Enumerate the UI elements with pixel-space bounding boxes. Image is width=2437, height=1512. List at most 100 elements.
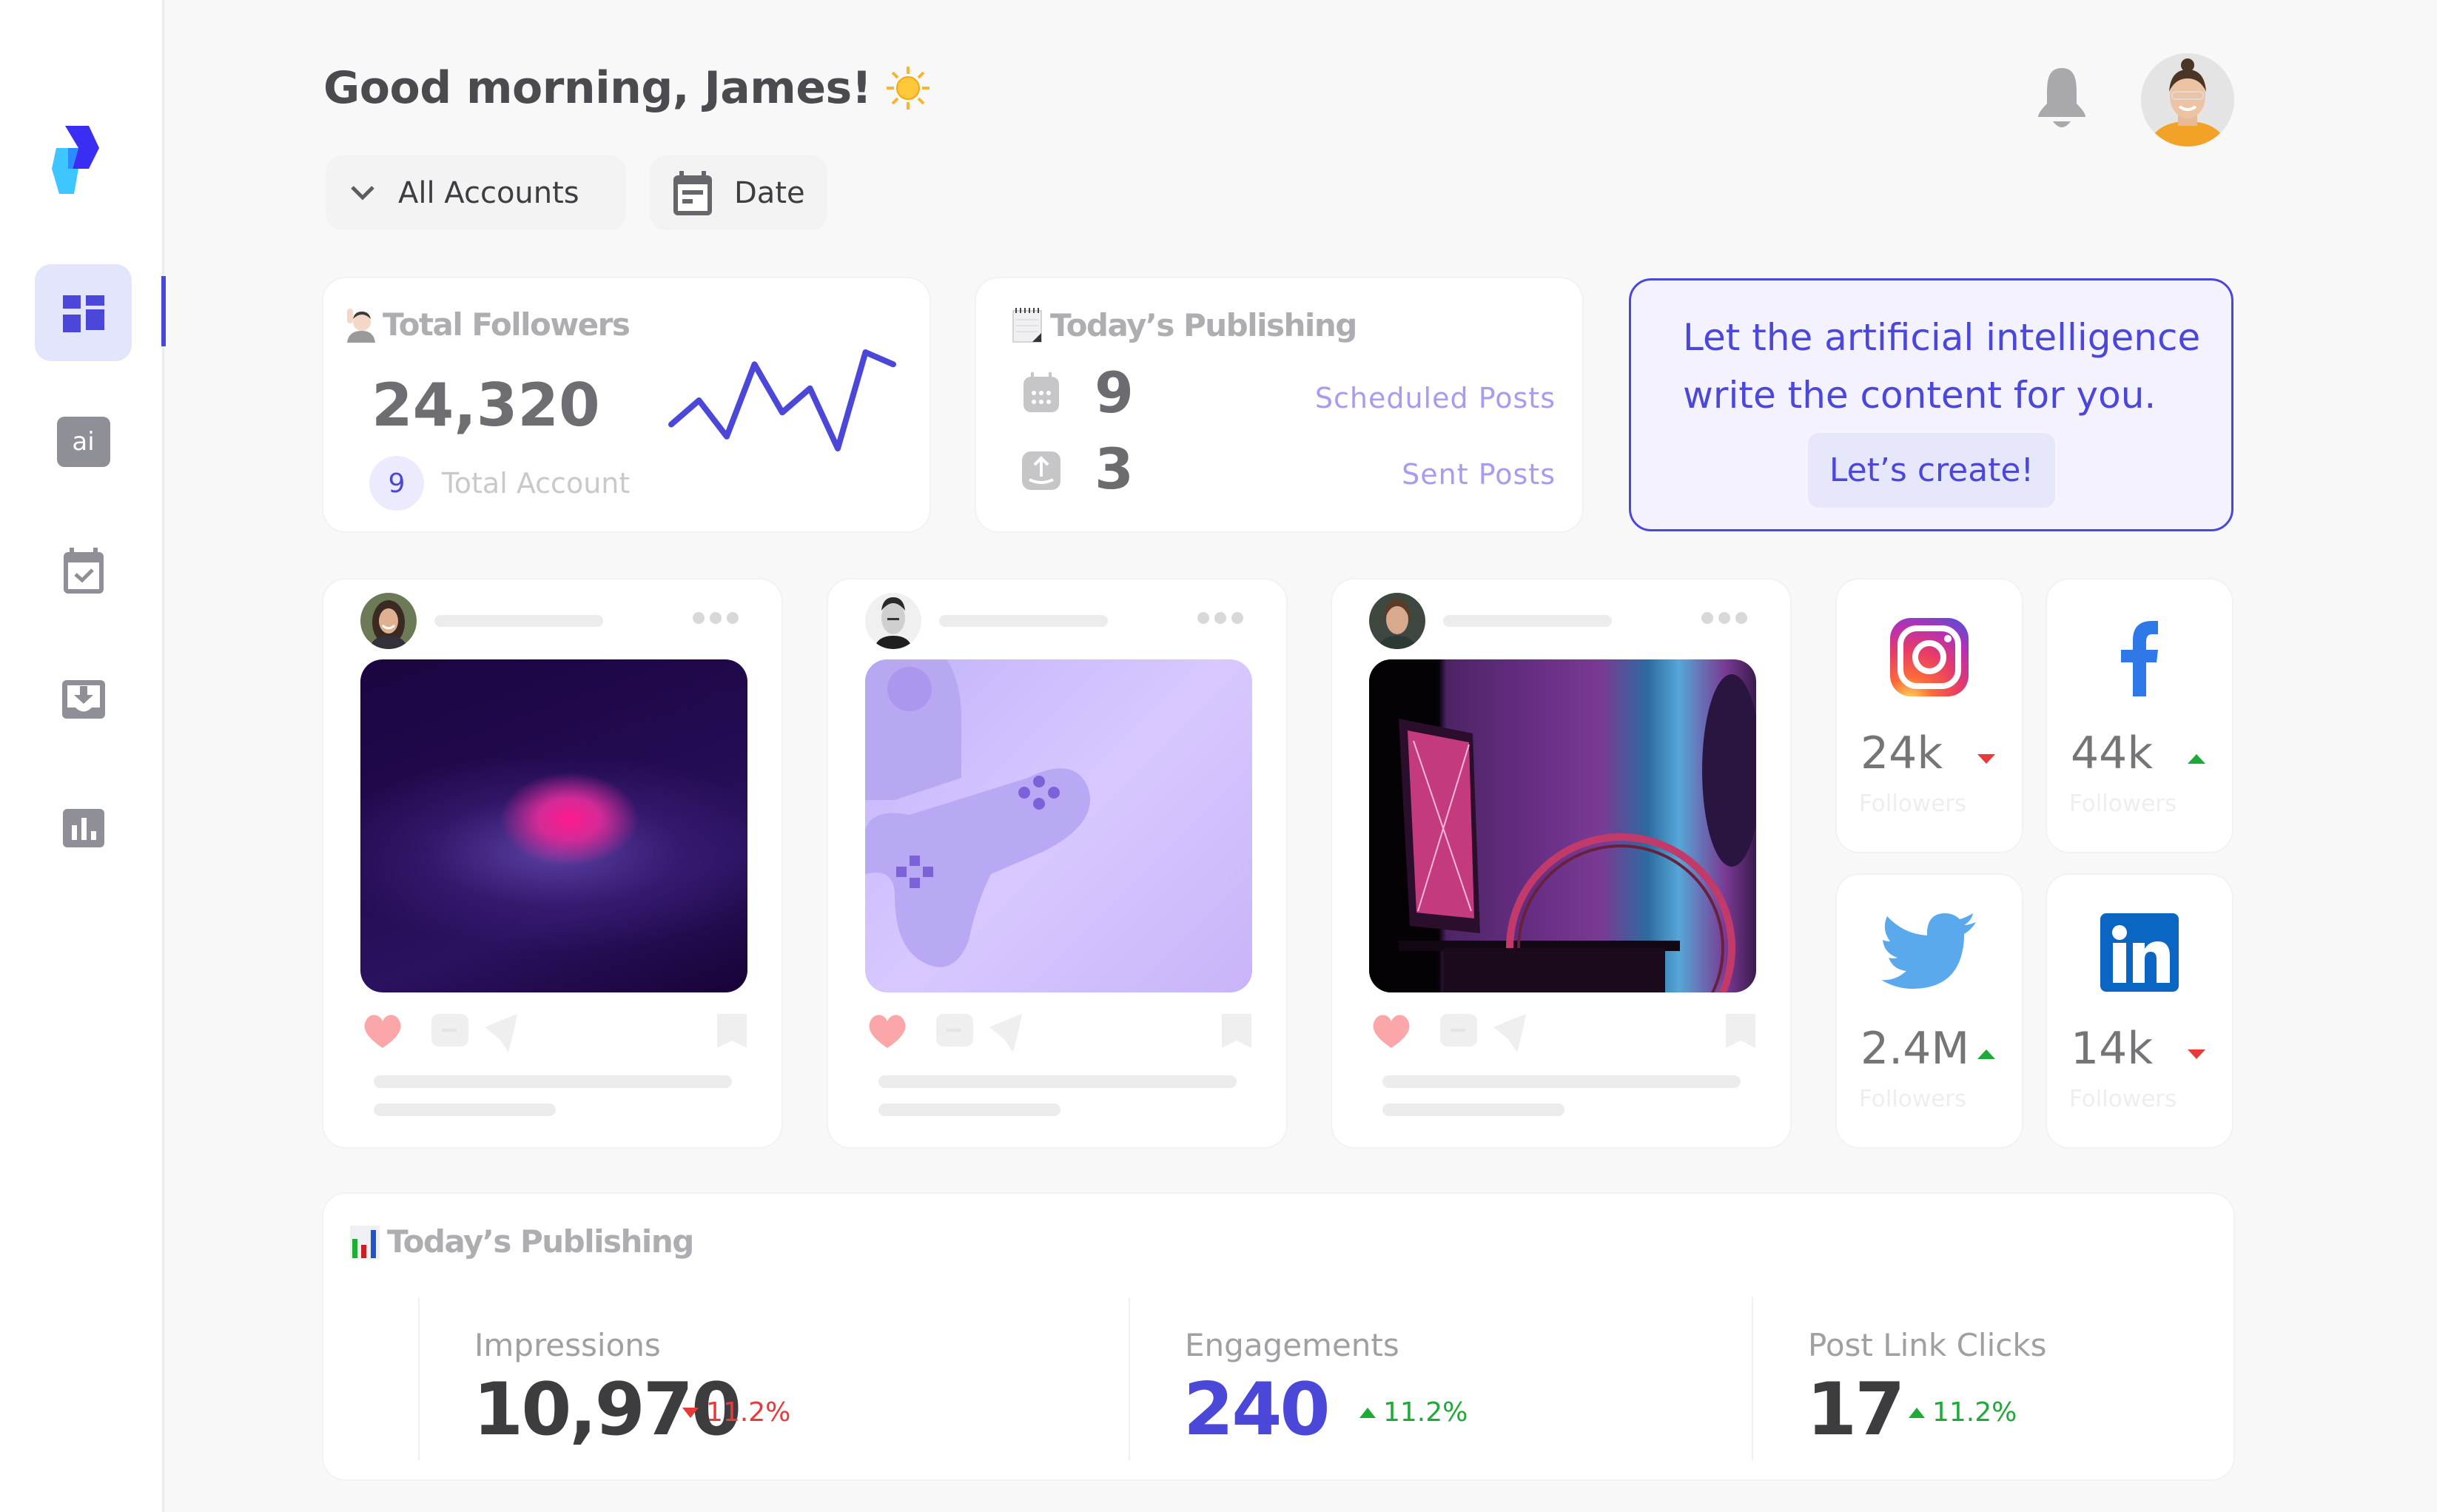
post-more-options-icon[interactable] — [693, 612, 739, 624]
post-caption-placeholder — [374, 1075, 732, 1088]
sent-posts-label[interactable]: Sent Posts — [1402, 458, 1556, 491]
stat-label: Post Link Clicks — [1808, 1327, 2047, 1363]
post-author-placeholder — [434, 615, 603, 627]
post-more-options-icon[interactable] — [1197, 612, 1243, 624]
chevron-down-icon — [351, 185, 374, 201]
scheduled-posts-label[interactable]: Scheduled Posts — [1315, 382, 1556, 414]
post-actions — [1368, 1012, 1756, 1057]
post-card[interactable] — [828, 579, 1286, 1147]
author-photo — [1369, 593, 1425, 649]
total-account-label: Total Account — [442, 467, 631, 500]
comment-icon[interactable] — [935, 1012, 975, 1049]
post-caption-placeholder — [374, 1103, 556, 1116]
scheduled-posts-value: 9 — [1095, 360, 1134, 426]
stat-change: 11.2% — [682, 1397, 790, 1428]
stat-value: 17 — [1806, 1368, 1905, 1452]
total-account-count-badge: 9 — [369, 456, 424, 511]
post-card[interactable] — [323, 579, 781, 1147]
post-image[interactable] — [865, 659, 1252, 992]
social-card-instagram[interactable]: 24k Followers — [1837, 579, 2022, 852]
social-card-facebook[interactable]: 44k Followers — [2047, 579, 2232, 852]
post-author-avatar[interactable] — [865, 593, 921, 649]
todays-publishing-card: Today’s Publishing 9 Scheduled Posts 3 S… — [976, 278, 1582, 531]
twitter-followers-value: 2.4M — [1860, 1023, 1970, 1075]
instagram-icon — [1890, 618, 1969, 696]
post-author-avatar[interactable] — [1369, 593, 1425, 649]
total-followers-title-text: Total Followers — [383, 306, 631, 343]
ai-promo-card: Let the artificial intelligence write th… — [1629, 278, 2233, 531]
stat-value: 240 — [1183, 1368, 1331, 1452]
stat-change: 11.2% — [1359, 1397, 1468, 1428]
like-heart-icon[interactable] — [867, 1012, 908, 1049]
ai-promo-text: Let the artificial intelligence write th… — [1683, 316, 2201, 417]
active-nav-indicator — [161, 276, 166, 346]
post-caption-placeholder — [878, 1075, 1237, 1088]
like-heart-icon[interactable] — [362, 1012, 403, 1049]
stat-change: 11.2% — [1909, 1397, 2017, 1428]
facebook-followers-value: 44k — [2071, 728, 2154, 779]
app-logo[interactable] — [52, 126, 115, 194]
post-card[interactable] — [1332, 579, 1790, 1147]
todays-publishing-title-text: Today’s Publishing — [1050, 306, 1357, 343]
accounts-filter-dropdown[interactable]: All Accounts — [326, 155, 626, 230]
bar-chart-emoji-icon — [350, 1225, 380, 1260]
user-avatar-image — [2141, 53, 2234, 147]
share-icon[interactable] — [988, 1012, 1032, 1054]
sent-posts-value: 3 — [1095, 436, 1134, 502]
instagram-followers-value: 24k — [1860, 728, 1943, 779]
sidebar: ai — [0, 0, 166, 1512]
total-followers-title: Total Followers — [344, 306, 631, 343]
lets-create-button[interactable]: Let’s create! — [1806, 431, 2057, 510]
post-image[interactable] — [1369, 659, 1756, 992]
post-caption-placeholder — [1382, 1103, 1564, 1116]
linkedin-icon — [2100, 913, 2179, 992]
stat-label: Engagements — [1185, 1327, 1399, 1363]
sidebar-item-ai[interactable]: ai — [35, 393, 132, 490]
sidebar-item-calendar[interactable] — [35, 522, 132, 619]
twitter-icon — [1881, 913, 1976, 989]
stat-label: Impressions — [474, 1327, 661, 1363]
stat-engagements: Engagements 240 11.2% — [1129, 1297, 1752, 1460]
social-card-linkedin[interactable]: 14k Followers — [2047, 875, 2232, 1147]
social-card-twitter[interactable]: 2.4M Followers — [1837, 875, 2022, 1147]
post-author-placeholder — [939, 615, 1108, 627]
greeting-text: Good morning, James! — [323, 62, 872, 114]
bookmark-icon[interactable] — [1220, 1012, 1253, 1049]
stat-change-value: 11.2% — [1932, 1397, 2017, 1428]
post-image[interactable] — [360, 659, 747, 992]
scheduled-calendar-icon — [1023, 372, 1059, 412]
inbox-download-icon — [61, 679, 105, 719]
trend-up-icon — [2188, 754, 2205, 764]
post-author-avatar[interactable] — [360, 593, 417, 649]
user-avatar[interactable] — [2141, 53, 2234, 147]
linkedin-followers-label: Followers — [2069, 1086, 2177, 1112]
stat-impressions: Impressions 10,970 11.2% — [418, 1297, 1129, 1460]
sidebar-item-dashboard[interactable] — [35, 264, 132, 361]
share-icon[interactable] — [483, 1012, 528, 1054]
bell-icon[interactable] — [2037, 65, 2087, 133]
trend-down-icon — [2188, 1049, 2205, 1059]
like-heart-icon[interactable] — [1371, 1012, 1412, 1049]
sidebar-item-inbox[interactable] — [35, 651, 132, 747]
bookmark-icon[interactable] — [1724, 1012, 1757, 1049]
todays-publishing-title: Today’s Publishing — [1012, 306, 1357, 343]
stat-post-link-clicks: Post Link Clicks 17 11.2% — [1752, 1297, 2196, 1460]
stats-title-text: Today’s Publishing — [387, 1223, 694, 1260]
facebook-icon — [2121, 621, 2158, 696]
sparkline-line — [668, 349, 896, 451]
instagram-followers-label: Followers — [1859, 790, 1967, 817]
date-filter-button[interactable]: Date — [650, 155, 827, 230]
total-followers-card: Total Followers 24,320 9 Total Account — [323, 278, 930, 531]
share-icon[interactable] — [1492, 1012, 1536, 1054]
comment-icon[interactable] — [1439, 1012, 1479, 1049]
calendar-check-icon — [63, 547, 104, 594]
comment-icon[interactable] — [430, 1012, 470, 1049]
post-more-options-icon[interactable] — [1701, 612, 1747, 624]
bookmark-icon[interactable] — [716, 1012, 748, 1049]
upload-icon — [1022, 451, 1060, 490]
ai-icon-label: ai — [72, 426, 95, 457]
sidebar-item-analytics[interactable] — [35, 779, 132, 876]
person-raising-hand-icon — [347, 308, 375, 343]
game-controller-illustration — [865, 659, 1090, 967]
trend-down-icon — [1977, 754, 1995, 764]
